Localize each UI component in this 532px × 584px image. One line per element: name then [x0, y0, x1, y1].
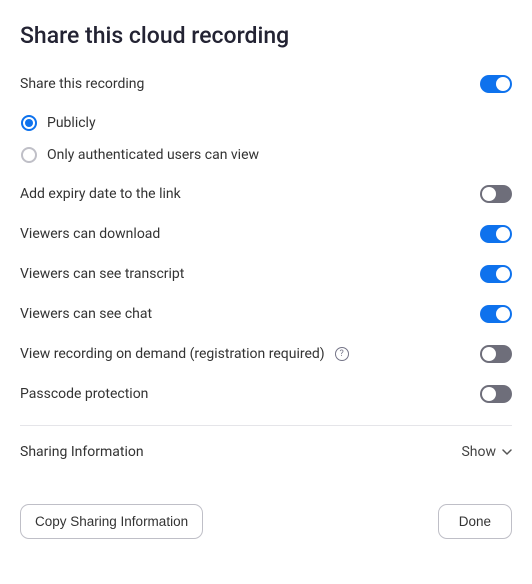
download-toggle[interactable] — [480, 225, 512, 243]
radio-icon — [21, 115, 37, 131]
ondemand-row: View recording on demand (registration r… — [20, 345, 512, 363]
ondemand-label: View recording on demand (registration r… — [20, 346, 325, 362]
expiry-label: Add expiry date to the link — [20, 186, 181, 202]
passcode-toggle[interactable] — [480, 385, 512, 403]
share-recording-toggle[interactable] — [480, 75, 512, 93]
page-title: Share this cloud recording — [20, 22, 512, 49]
sharing-info-show[interactable]: Show — [461, 444, 512, 460]
radio-icon — [21, 147, 37, 163]
transcript-toggle[interactable] — [480, 265, 512, 283]
footer: Copy Sharing Information Done — [20, 504, 512, 539]
done-button[interactable]: Done — [438, 504, 512, 539]
transcript-label: Viewers can see transcript — [20, 266, 184, 282]
divider — [20, 425, 512, 426]
ondemand-toggle[interactable] — [480, 345, 512, 363]
share-recording-label: Share this recording — [20, 76, 144, 92]
expiry-toggle[interactable] — [480, 185, 512, 203]
download-row: Viewers can download — [20, 225, 512, 243]
sharing-info-toggle-label: Show — [461, 444, 496, 460]
transcript-row: Viewers can see transcript — [20, 265, 512, 283]
help-icon[interactable]: ? — [335, 347, 349, 361]
visibility-option-label: Only authenticated users can view — [47, 147, 259, 163]
share-recording-row: Share this recording — [20, 75, 512, 93]
chevron-down-icon — [502, 449, 512, 455]
chat-label: Viewers can see chat — [20, 306, 152, 322]
visibility-radio-group: Publicly Only authenticated users can vi… — [20, 115, 512, 163]
passcode-label: Passcode protection — [20, 386, 148, 402]
download-label: Viewers can download — [20, 226, 160, 242]
visibility-option-label: Publicly — [47, 115, 96, 131]
chat-row: Viewers can see chat — [20, 305, 512, 323]
expiry-row: Add expiry date to the link — [20, 185, 512, 203]
chat-toggle[interactable] — [480, 305, 512, 323]
visibility-option-authenticated[interactable]: Only authenticated users can view — [21, 147, 512, 163]
passcode-row: Passcode protection — [20, 385, 512, 403]
copy-sharing-info-button[interactable]: Copy Sharing Information — [20, 504, 203, 539]
visibility-option-publicly[interactable]: Publicly — [21, 115, 512, 131]
sharing-info-label: Sharing Information — [20, 444, 144, 460]
sharing-info-row: Sharing Information Show — [20, 444, 512, 460]
